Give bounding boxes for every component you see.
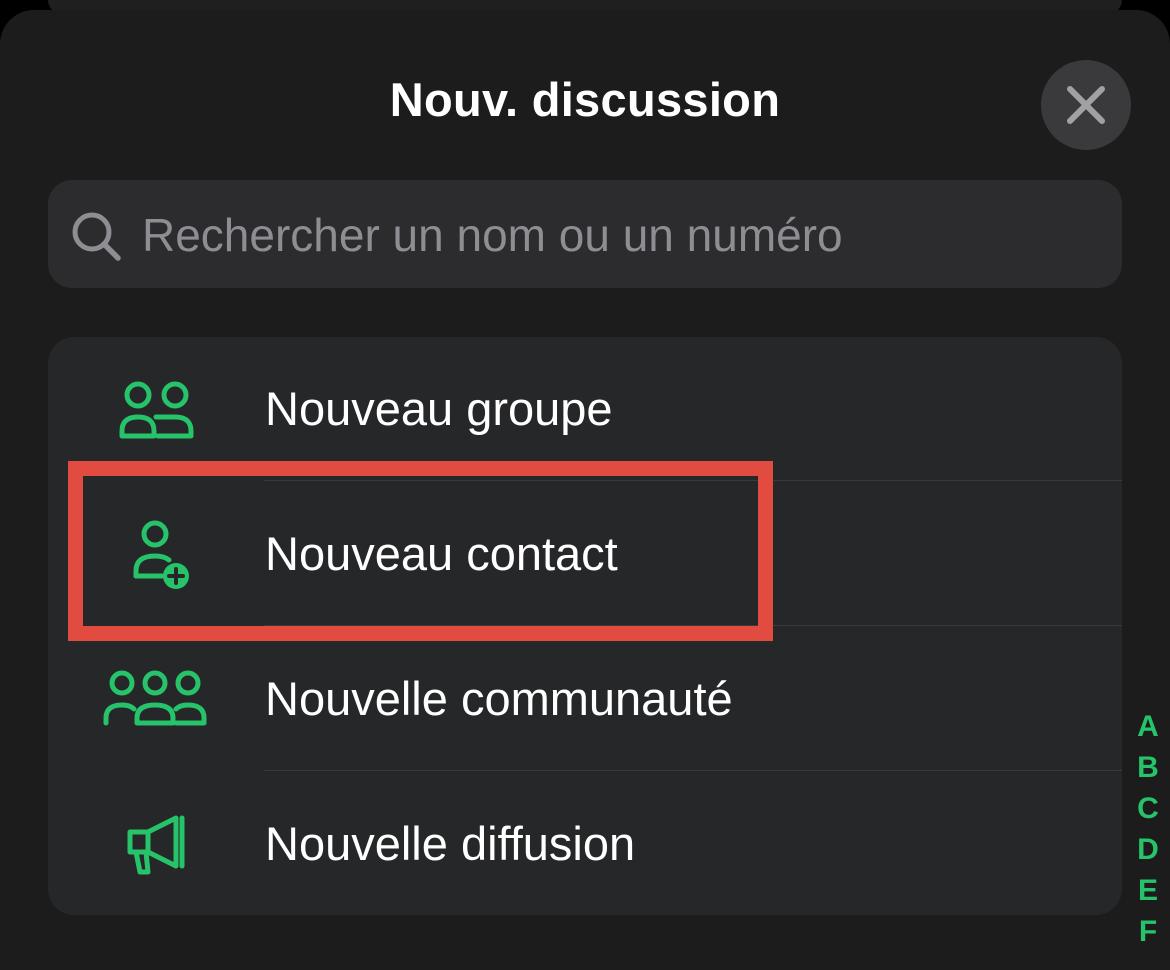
index-letter[interactable]: D xyxy=(1130,829,1166,870)
close-icon xyxy=(1067,86,1105,124)
menu-item-label: Nouveau groupe xyxy=(265,382,613,435)
index-letter[interactable]: F xyxy=(1130,911,1166,952)
menu-item-label: Nouvelle communauté xyxy=(265,672,733,725)
index-letter[interactable]: B xyxy=(1130,747,1166,788)
close-button[interactable] xyxy=(1041,60,1131,150)
search-input[interactable] xyxy=(142,196,1102,274)
community-icon xyxy=(103,670,207,726)
menu-item-new-contact[interactable]: Nouveau contact xyxy=(48,482,1122,627)
menu-item-label: Nouvelle diffusion xyxy=(265,817,636,870)
index-letter[interactable]: C xyxy=(1130,788,1166,829)
megaphone-icon xyxy=(127,815,185,875)
group-icon xyxy=(119,381,194,439)
menu-item-new-group[interactable]: Nouveau groupe xyxy=(48,337,1122,482)
index-letter[interactable]: E xyxy=(1130,870,1166,911)
divider xyxy=(264,625,1122,626)
add-contact-icon xyxy=(133,520,189,589)
alphabet-index[interactable]: A B C D E F xyxy=(1130,706,1166,952)
divider xyxy=(264,770,1122,771)
menu-item-label: Nouveau contact xyxy=(265,527,618,580)
divider xyxy=(264,480,1122,481)
index-letter[interactable]: A xyxy=(1130,706,1166,747)
search-icon xyxy=(72,212,121,261)
page-title: Nouv. discussion xyxy=(389,73,781,126)
new-chat-options-list: Nouveau groupe Nouveau contact Nouvelle … xyxy=(48,337,1122,915)
menu-item-new-broadcast[interactable]: Nouvelle diffusion xyxy=(48,772,1122,917)
menu-item-new-community[interactable]: Nouvelle communauté xyxy=(48,627,1122,772)
